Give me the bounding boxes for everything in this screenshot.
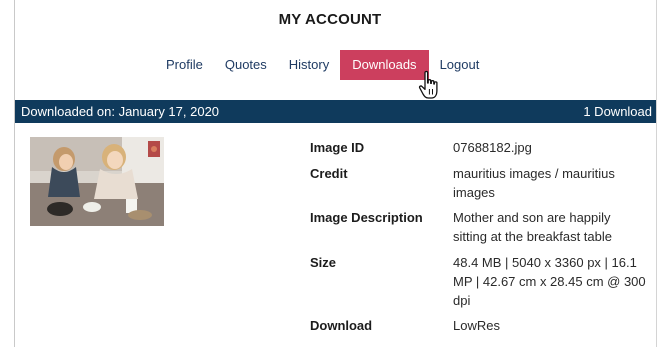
size-value: 48.4 MB | 5040 x 3360 px | 16.1 MP | 42.…	[453, 255, 646, 308]
image-id-value: 07688182.jpg	[453, 140, 532, 155]
tab-history[interactable]: History	[278, 50, 340, 80]
hand-pointer-icon	[418, 70, 438, 99]
download-info-bar: Downloaded on: January 17, 2020 1 Downlo…	[15, 100, 656, 123]
image-id-label: Image ID	[310, 140, 365, 155]
image-thumbnail[interactable]	[30, 137, 164, 226]
download-count: 1 Download	[583, 104, 652, 119]
image-description-value: Mother and son are happily sitting at th…	[453, 210, 612, 244]
account-page: MY ACCOUNT Profile Quotes History Downlo…	[0, 0, 660, 347]
frame-border-left	[14, 0, 15, 347]
page-title: MY ACCOUNT	[278, 11, 382, 28]
size-label: Size	[310, 255, 337, 270]
image-description-label: Image Description	[310, 210, 423, 225]
credit-label: Credit	[310, 166, 348, 181]
download-label: Download	[310, 318, 373, 333]
tab-profile[interactable]: Profile	[155, 50, 214, 80]
tab-downloads[interactable]: Downloads	[340, 50, 429, 80]
frame-border-right	[656, 0, 657, 347]
download-date: Downloaded on: January 17, 2020	[21, 104, 220, 119]
credit-value: mauritius images / mauritius images	[453, 166, 615, 200]
tab-quotes[interactable]: Quotes	[214, 50, 278, 80]
download-lowres-link[interactable]: LowRes	[453, 316, 648, 335]
